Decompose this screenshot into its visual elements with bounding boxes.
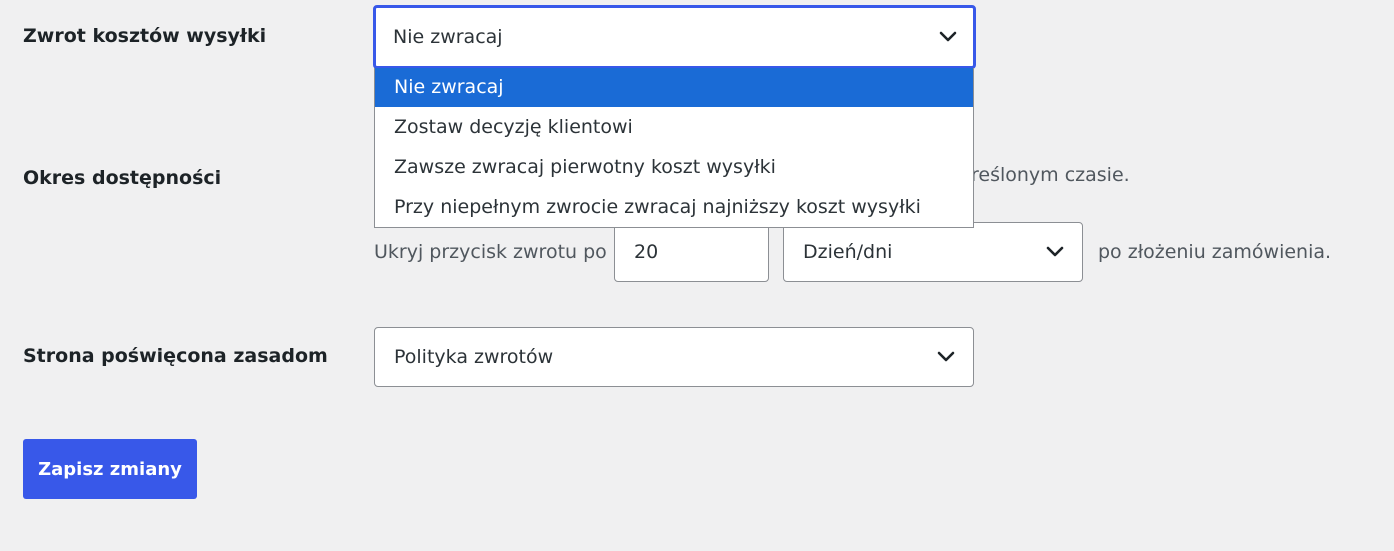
availability-unit-select[interactable]: Dzień/dni bbox=[783, 222, 1083, 282]
shipping-refund-select[interactable]: Nie zwracaj bbox=[373, 5, 976, 69]
shipping-refund-label: Zwrot kosztów wysyłki bbox=[23, 25, 267, 47]
policy-page-label: Strona poświęcona zasadom bbox=[23, 345, 328, 367]
availability-label: Okres dostępności bbox=[23, 167, 222, 189]
hide-button-suffix: po złożeniu zamówienia. bbox=[1098, 241, 1332, 263]
option-najnizszy-koszt[interactable]: Przy niepełnym zwrocie zwracaj najniższy… bbox=[375, 187, 973, 227]
hide-button-prefix: Ukryj przycisk zwrotu po bbox=[374, 241, 607, 263]
option-zawsze-zwracaj[interactable]: Zawsze zwracaj pierwotny koszt wysyłki bbox=[375, 147, 973, 187]
availability-unit-value: Dzień/dni bbox=[803, 241, 893, 263]
policy-page-select[interactable]: Polityka zwrotów bbox=[374, 327, 974, 387]
chevron-down-icon bbox=[1044, 241, 1066, 263]
option-zostaw-decyzje[interactable]: Zostaw decyzję klientowi bbox=[375, 107, 973, 147]
availability-description: kreślonym czasie. bbox=[960, 164, 1130, 186]
chevron-down-icon bbox=[935, 346, 957, 368]
availability-days-input[interactable] bbox=[614, 222, 769, 282]
save-changes-button[interactable]: Zapisz zmiany bbox=[23, 439, 197, 499]
settings-page: Zwrot kosztów wysyłki Okres dostępności … bbox=[0, 0, 1394, 551]
shipping-refund-options: Nie zwracaj Zostaw decyzję klientowi Zaw… bbox=[374, 68, 974, 228]
policy-page-value: Polityka zwrotów bbox=[394, 346, 554, 368]
shipping-refund-value: Nie zwracaj bbox=[393, 26, 503, 48]
option-nie-zwracaj[interactable]: Nie zwracaj bbox=[375, 68, 973, 107]
chevron-down-icon bbox=[937, 26, 959, 48]
